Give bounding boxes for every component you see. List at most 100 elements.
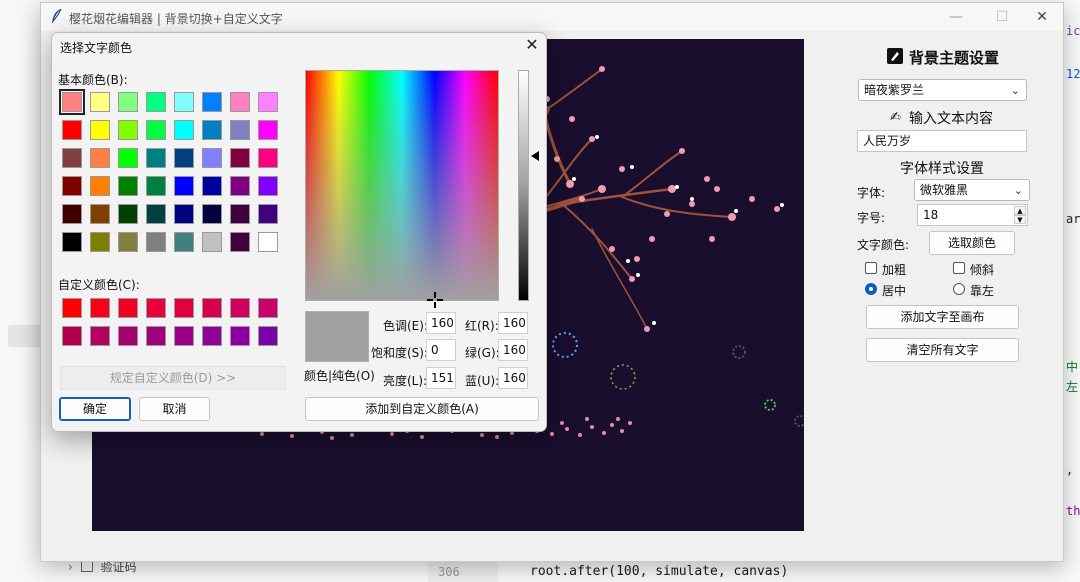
ide-code-line: root.after(100, simulate, canvas): [530, 564, 789, 579]
basic-color-swatch[interactable]: [258, 204, 278, 224]
add-custom-color-button[interactable]: 添加到自定义颜色(A): [305, 397, 539, 421]
basic-color-swatch[interactable]: [230, 176, 250, 196]
custom-color-swatch[interactable]: [62, 326, 82, 346]
basic-color-swatch[interactable]: [174, 92, 194, 112]
basic-color-swatch[interactable]: [62, 204, 82, 224]
custom-color-swatch[interactable]: [118, 326, 138, 346]
basic-color-swatch[interactable]: [146, 176, 166, 196]
custom-color-swatch[interactable]: [90, 326, 110, 346]
center-radio[interactable]: [865, 283, 877, 295]
close-button[interactable]: ✕: [1019, 3, 1065, 31]
basic-color-swatch[interactable]: [118, 148, 138, 168]
custom-color-swatch[interactable]: [174, 326, 194, 346]
basic-color-swatch[interactable]: [174, 148, 194, 168]
basic-color-swatch[interactable]: [90, 176, 110, 196]
red-input[interactable]: 160: [498, 312, 528, 334]
green-input[interactable]: 160: [498, 339, 528, 361]
basic-color-swatch[interactable]: [202, 232, 222, 252]
window-titlebar[interactable]: 樱花烟花编辑器 | 背景切换+自定义文字 — ☐ ✕: [41, 3, 1063, 31]
basic-color-swatch[interactable]: [174, 120, 194, 140]
basic-color-swatch[interactable]: [118, 204, 138, 224]
basic-color-swatch[interactable]: [258, 148, 278, 168]
basic-color-swatch[interactable]: [146, 232, 166, 252]
custom-color-swatch[interactable]: [230, 298, 250, 318]
text-input[interactable]: 人民万岁: [857, 130, 1027, 152]
pick-color-button[interactable]: 选取颜色: [929, 231, 1015, 255]
lum-input[interactable]: 151: [426, 367, 456, 389]
basic-color-swatch[interactable]: [90, 92, 110, 112]
basic-color-swatch[interactable]: [202, 148, 222, 168]
basic-color-swatch[interactable]: [59, 89, 85, 115]
basic-color-swatch[interactable]: [230, 92, 250, 112]
custom-color-swatch[interactable]: [230, 326, 250, 346]
minimize-button[interactable]: —: [933, 3, 979, 31]
custom-color-swatch[interactable]: [146, 298, 166, 318]
define-custom-button[interactable]: 规定自定义颜色(D) >>: [60, 366, 286, 390]
hue-input[interactable]: 160: [426, 312, 456, 334]
ok-button[interactable]: 确定: [59, 397, 131, 421]
custom-color-swatch[interactable]: [202, 326, 222, 346]
spin-down-icon[interactable]: ▼: [1014, 215, 1026, 224]
center-label: 居中: [882, 284, 907, 298]
basic-color-swatch[interactable]: [118, 92, 138, 112]
basic-color-swatch[interactable]: [174, 204, 194, 224]
basic-color-swatch[interactable]: [258, 232, 278, 252]
basic-color-swatch[interactable]: [174, 176, 194, 196]
basic-color-swatch[interactable]: [202, 176, 222, 196]
basic-color-swatch[interactable]: [258, 92, 278, 112]
basic-color-swatch[interactable]: [118, 232, 138, 252]
luminance-slider[interactable]: [518, 70, 529, 301]
italic-checkbox[interactable]: [953, 262, 965, 274]
basic-color-swatch[interactable]: [230, 232, 250, 252]
luminance-pointer-icon[interactable]: [531, 151, 539, 161]
basic-color-swatch[interactable]: [230, 204, 250, 224]
basic-color-swatch[interactable]: [118, 176, 138, 196]
basic-color-swatch[interactable]: [62, 176, 82, 196]
font-select[interactable]: 微软雅黑 ⌄: [914, 179, 1030, 201]
custom-colors-grid: [62, 298, 286, 348]
color-spectrum[interactable]: [305, 70, 499, 301]
clear-text-button[interactable]: 清空所有文字: [866, 338, 1019, 362]
custom-color-swatch[interactable]: [202, 298, 222, 318]
sat-input[interactable]: 0: [426, 339, 456, 361]
basic-color-swatch[interactable]: [202, 120, 222, 140]
basic-color-swatch[interactable]: [230, 148, 250, 168]
custom-color-swatch[interactable]: [174, 298, 194, 318]
dialog-close-button[interactable]: ✕: [522, 35, 542, 54]
basic-color-swatch[interactable]: [258, 120, 278, 140]
basic-color-swatch[interactable]: [90, 232, 110, 252]
custom-color-swatch[interactable]: [258, 326, 278, 346]
add-text-button[interactable]: 添加文字至画布: [866, 305, 1019, 329]
ide-snippet: 左": [1066, 380, 1080, 394]
bg-theme-select[interactable]: 暗夜紫罗兰 ⌄: [858, 79, 1027, 101]
basic-color-swatch[interactable]: [90, 204, 110, 224]
basic-color-swatch[interactable]: [258, 176, 278, 196]
basic-color-swatch[interactable]: [146, 148, 166, 168]
bold-checkbox[interactable]: [865, 262, 877, 274]
basic-color-swatch[interactable]: [118, 120, 138, 140]
basic-color-swatch[interactable]: [62, 148, 82, 168]
basic-color-swatch[interactable]: [90, 120, 110, 140]
custom-color-swatch[interactable]: [62, 298, 82, 318]
blue-input[interactable]: 160: [498, 367, 528, 389]
custom-color-swatch[interactable]: [90, 298, 110, 318]
spin-up-icon[interactable]: ▲: [1014, 206, 1026, 215]
basic-color-swatch[interactable]: [202, 204, 222, 224]
size-spinbox[interactable]: 18 ▲ ▼: [917, 204, 1028, 226]
basic-color-swatch[interactable]: [146, 92, 166, 112]
basic-color-swatch[interactable]: [230, 120, 250, 140]
basic-color-swatch[interactable]: [146, 120, 166, 140]
cancel-button[interactable]: 取消: [139, 397, 210, 421]
left-radio[interactable]: [953, 283, 965, 295]
bold-label: 加粗: [882, 263, 907, 277]
custom-color-swatch[interactable]: [118, 298, 138, 318]
basic-color-swatch[interactable]: [146, 204, 166, 224]
custom-color-swatch[interactable]: [146, 326, 166, 346]
basic-color-swatch[interactable]: [174, 232, 194, 252]
basic-color-swatch[interactable]: [90, 148, 110, 168]
ide-snippet: ar): [1066, 212, 1080, 226]
basic-color-swatch[interactable]: [202, 92, 222, 112]
basic-color-swatch[interactable]: [62, 232, 82, 252]
basic-color-swatch[interactable]: [62, 120, 82, 140]
custom-color-swatch[interactable]: [258, 298, 278, 318]
